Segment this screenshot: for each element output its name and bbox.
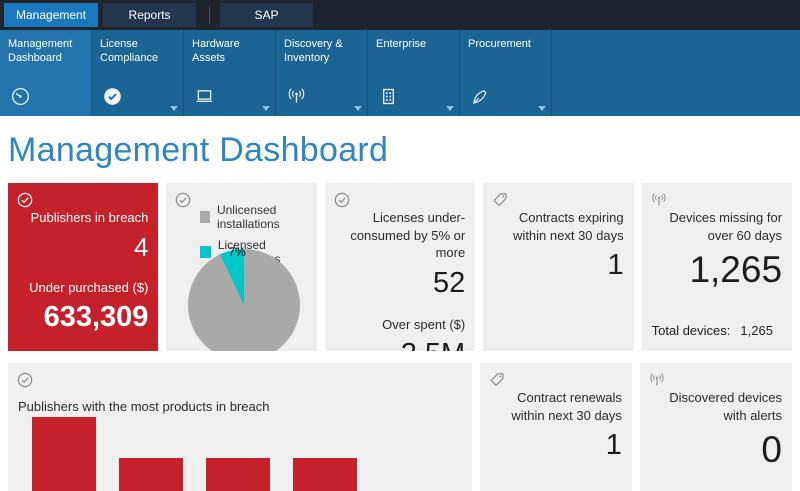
pie-percent-label: 7% [228,245,245,259]
card-value: 52 [335,267,465,300]
chevron-down-icon[interactable] [262,106,270,111]
nav-item-enterprise[interactable]: Enterprise [368,30,460,116]
card-value: 0 [650,429,782,471]
card-label: Over spent ($) [335,316,465,334]
laptop-icon [194,86,215,107]
nav-item-license-compliance[interactable]: License Compliance [92,30,184,116]
nav-item-label: Procurement [468,38,531,50]
nav-item-label: Enterprise [376,38,426,50]
dashboard-row-1: Publishers in breach 4 Under purchased (… [8,183,792,351]
tag-icon [488,371,506,389]
nav-item-label: Management Dashboard [8,38,72,64]
total-devices-label: Total devices: [652,323,731,338]
tab-reports[interactable]: Reports [103,3,196,27]
card-publishers-most-breach[interactable]: Publishers with the most products in bre… [8,363,472,491]
card-label: Contracts expiring within next 30 days [493,209,623,244]
card-discovered-alerts[interactable]: Discovered devices with alerts 0 [640,363,792,491]
card-value: 1,265 [652,249,782,291]
badge-check-icon [102,86,123,107]
bar [119,458,183,491]
building-icon [378,86,399,107]
nav-item-management-dashboard[interactable]: Management Dashboard [0,30,92,116]
legend-swatch [200,211,210,223]
gauge-icon [10,86,31,107]
card-value: 2.5M [335,338,465,351]
installations-pie-chart [186,247,302,351]
page-title: Management Dashboard [8,131,792,170]
card-contracts-expiring[interactable]: Contracts expiring within next 30 days 1 [483,183,633,351]
bar [293,458,357,491]
nav-item-hardware-assets[interactable]: Hardware Assets [184,30,276,116]
topbar-separator [209,6,210,24]
nav-item-label: License Compliance [100,38,158,64]
card-label: Contract renewals within next 30 days [490,389,622,424]
antenna-icon [650,191,668,209]
card-value: 633,309 [18,301,148,334]
dashboard-row-2: Publishers with the most products in bre… [8,363,792,491]
pen-icon [470,86,491,107]
card-label: Under purchased ($) [18,279,148,297]
antenna-icon [286,86,307,107]
nav-item-discovery-inventory[interactable]: Discovery & Inventory [276,30,368,116]
card-publishers-in-breach[interactable]: Publishers in breach 4 Under purchased (… [8,183,158,351]
bar-chart-title: Publishers with the most products in bre… [18,399,269,414]
card-label: Discovered devices with alerts [650,389,782,424]
check-circle-icon [174,191,192,209]
check-circle-icon [333,191,351,209]
total-devices-value: 1,265 [740,323,773,338]
main-content: Management Dashboard Publishers in breac… [0,131,800,491]
card-devices-missing[interactable]: Devices missing for over 60 days 1,265 T… [642,183,792,351]
card-value: 1 [493,249,623,282]
card-contract-renewals[interactable]: Contract renewals within next 30 days 1 [480,363,632,491]
card-label: Licenses under-consumed by 5% or more [335,209,465,262]
card-licenses-under-consumed[interactable]: Licenses under-consumed by 5% or more 52… [325,183,475,351]
check-circle-icon [16,191,34,209]
nav-item-procurement[interactable]: Procurement [460,30,552,116]
breach-bar-chart [32,417,357,491]
nav-item-label: Hardware Assets [192,38,240,64]
check-circle-icon [16,371,34,389]
card-label: Publishers in breach [18,209,148,227]
total-devices-line: Total devices: 1,265 [652,323,773,338]
antenna-icon [648,371,666,389]
main-navbar: Management Dashboard License Compliance … [0,30,800,116]
card-installations-pie[interactable]: Unlicensed installations Licensed instal… [166,183,316,351]
tag-icon [491,191,509,209]
chevron-down-icon[interactable] [170,106,178,111]
chevron-down-icon[interactable] [354,106,362,111]
topbar: Management Reports SAP [0,0,800,30]
tab-sap[interactable]: SAP [220,3,313,27]
chevron-down-icon[interactable] [446,106,454,111]
bar [206,458,270,491]
tab-management[interactable]: Management [4,3,98,27]
card-label: Devices missing for over 60 days [652,209,782,244]
card-value: 4 [18,232,148,263]
bar [32,417,96,491]
chevron-down-icon[interactable] [538,106,546,111]
legend-label: Unlicensed installations [217,203,317,231]
card-value: 1 [490,429,622,462]
nav-item-label: Discovery & Inventory [284,38,343,64]
legend-item-unlicensed: Unlicensed installations [200,203,316,231]
